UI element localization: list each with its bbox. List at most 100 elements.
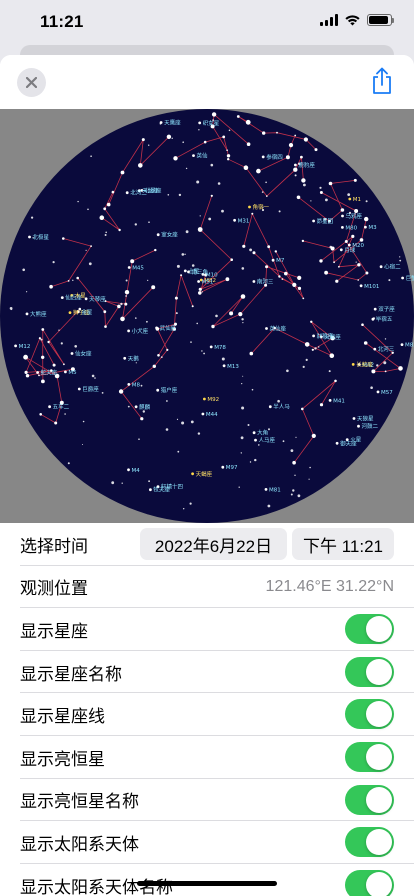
sky-label: M13 [227, 364, 239, 370]
star [292, 489, 295, 492]
star [294, 474, 296, 476]
star [225, 277, 230, 282]
star [361, 323, 364, 326]
star [245, 119, 251, 125]
sky-label: M4 [132, 468, 141, 474]
toggle-knob [366, 616, 392, 643]
star [88, 262, 92, 266]
star [249, 351, 254, 356]
star [38, 337, 42, 340]
show-constellation-names-toggle[interactable] [345, 656, 394, 687]
select-time-row: 选择时间 2022年6月22日 下午 11:21 [0, 523, 414, 566]
star [276, 131, 278, 134]
star [166, 400, 168, 402]
star [106, 202, 111, 207]
show-constellations-toggle[interactable] [345, 614, 394, 645]
star [373, 347, 377, 351]
sky-label: 五车二 [53, 403, 70, 411]
status-time: 11:21 [40, 12, 84, 31]
star [159, 121, 163, 124]
star [72, 279, 74, 281]
show-solar-system-toggle[interactable] [345, 827, 394, 858]
sky-map-canvas[interactable]: 天龙座M78小犬座麒麟M1昴星团M45鹿豹座北极星南三角天鹅大熊座武仙座M82M… [0, 109, 414, 523]
star [217, 182, 221, 185]
star [285, 155, 290, 160]
star [58, 329, 60, 331]
star [182, 141, 184, 143]
star [90, 155, 92, 157]
star [192, 154, 195, 157]
sky-label: 英仙座 [270, 325, 287, 333]
close-button[interactable] [17, 68, 46, 97]
star [176, 264, 180, 268]
star [325, 198, 328, 202]
star [48, 405, 51, 409]
star [201, 350, 203, 352]
star [135, 362, 137, 364]
star [310, 320, 313, 323]
star [127, 468, 130, 472]
star [148, 221, 150, 223]
star [41, 328, 45, 331]
star [64, 370, 67, 374]
show-bright-star-names-toggle[interactable] [345, 784, 394, 815]
star [277, 399, 280, 403]
star [284, 271, 288, 276]
star [301, 239, 305, 243]
sky-label: M45 [132, 266, 144, 272]
star [400, 343, 404, 346]
star [90, 245, 92, 248]
star [344, 240, 348, 243]
sky-label: M12 [19, 344, 31, 350]
show-solar-system-names-toggle[interactable] [345, 869, 394, 896]
star [238, 312, 243, 317]
star [357, 279, 360, 281]
date-picker-button[interactable]: 2022年6月22日 [140, 528, 287, 560]
star [241, 406, 245, 410]
star [201, 412, 205, 416]
star [177, 450, 180, 453]
star [252, 431, 256, 435]
star [24, 370, 28, 374]
star [357, 424, 360, 428]
home-indicator[interactable] [137, 881, 277, 886]
star [290, 493, 293, 496]
star [70, 352, 74, 355]
star [262, 131, 266, 135]
star [335, 441, 339, 445]
star [197, 432, 201, 435]
star [359, 284, 363, 288]
star [189, 502, 192, 505]
star [302, 297, 305, 300]
star [334, 379, 337, 383]
sky-map[interactable]: 天龙座 M78 小犬座 麒麟 M1 昴星团 M45 鹿豹座 北极星 南三角 天鹅 大熊座 武仙座 M82 M… [0, 109, 414, 523]
star [171, 137, 173, 139]
star [82, 420, 85, 423]
sky-label: 天蝎座 [196, 470, 213, 478]
time-picker-button[interactable]: 下午 11:21 [292, 528, 394, 560]
sky-label: 北极星 [33, 233, 50, 241]
show-bright-stars-toggle[interactable] [345, 741, 394, 772]
location-row[interactable]: 观测位置 121.46°E 31.22°N [0, 566, 414, 609]
star [178, 193, 182, 197]
star [183, 508, 185, 510]
star [141, 138, 145, 142]
select-time-label: 选择时间 [20, 536, 88, 556]
star [293, 167, 298, 172]
star [77, 387, 81, 391]
star [203, 352, 206, 355]
star [295, 436, 297, 438]
star [155, 326, 159, 330]
sky-label: 织女星 [203, 119, 220, 127]
show-constellation-lines-toggle[interactable] [345, 699, 394, 730]
star [221, 357, 225, 361]
share-button[interactable] [370, 67, 394, 95]
star [355, 261, 357, 263]
star [103, 207, 107, 211]
xmark-icon [26, 77, 37, 88]
wifi-icon [345, 15, 360, 26]
star [242, 244, 246, 248]
star [384, 370, 387, 373]
toggle-label: 显示星座线 [20, 707, 105, 727]
star [329, 353, 335, 358]
